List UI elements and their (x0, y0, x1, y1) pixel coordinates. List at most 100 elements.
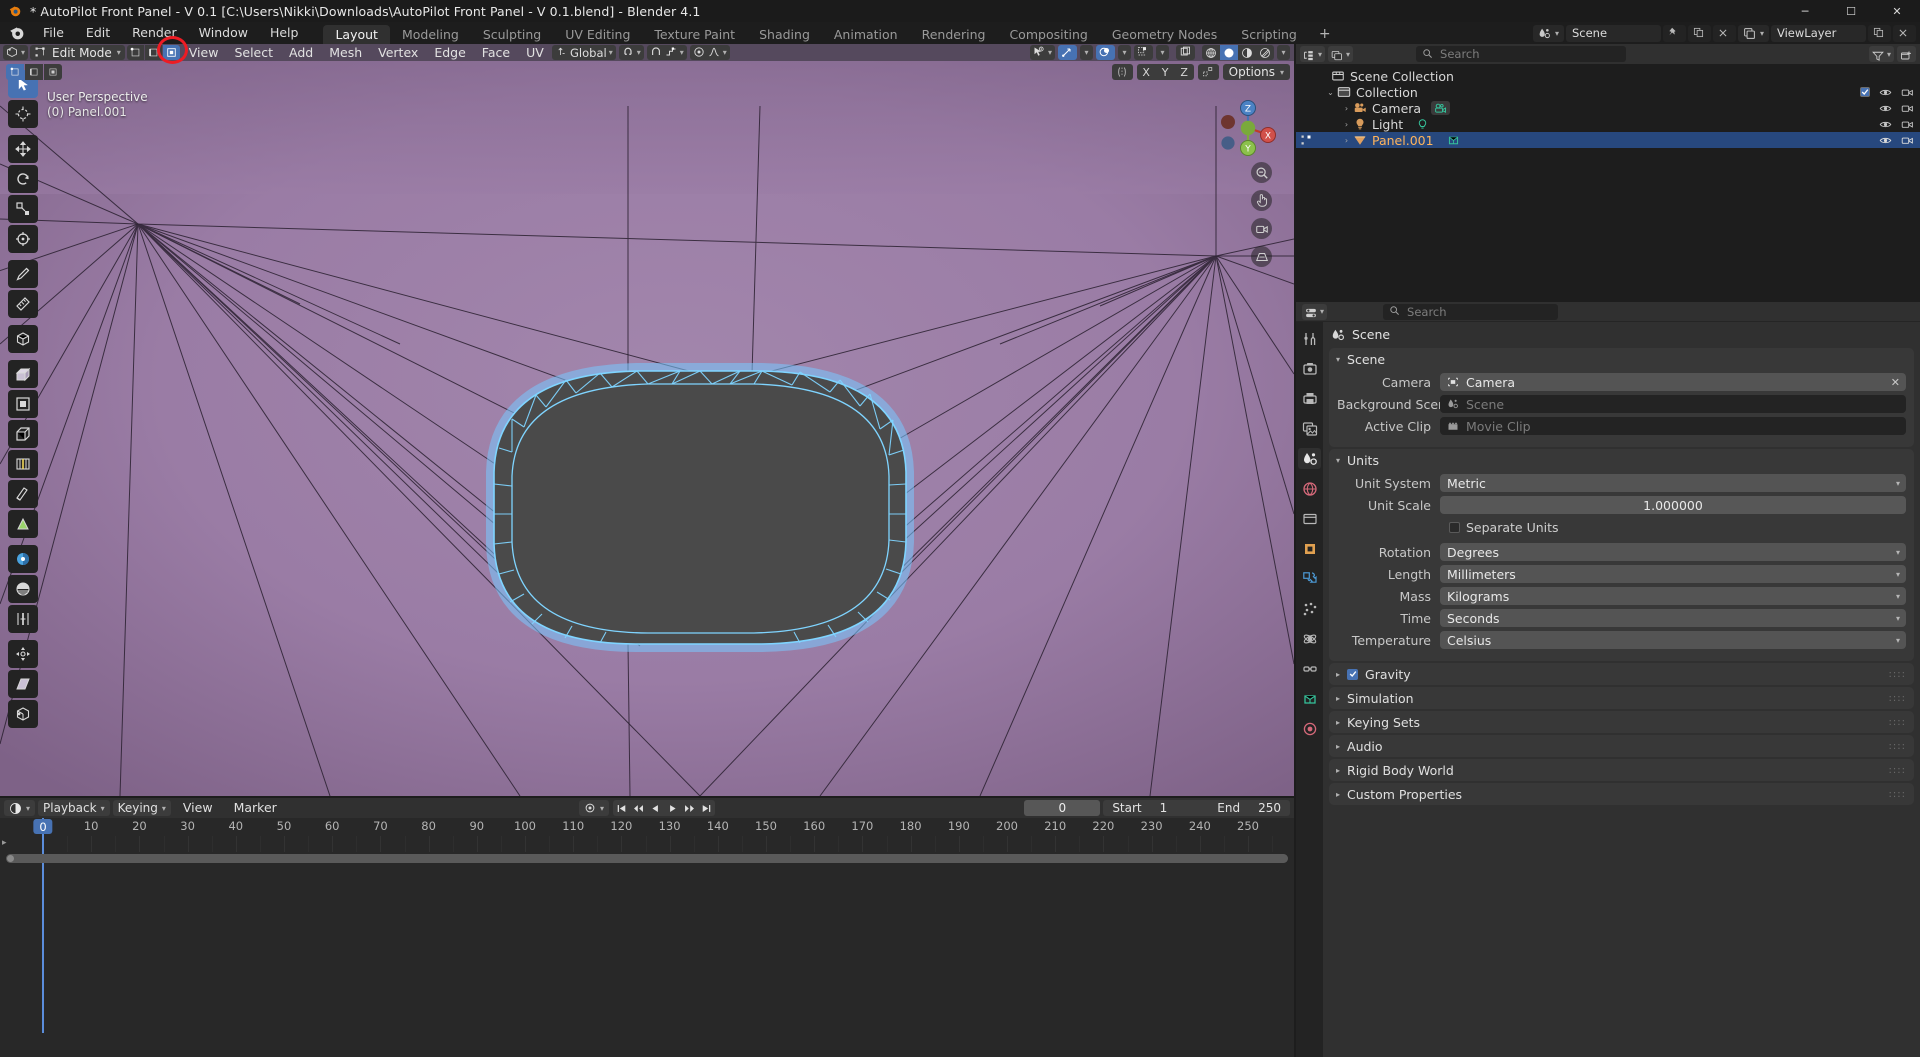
tab-render[interactable] (1298, 358, 1321, 379)
clear-camera-icon[interactable]: ✕ (1891, 376, 1900, 389)
time-dropdown[interactable]: Seconds ▾ (1440, 609, 1906, 627)
workspace-tab-sculpting[interactable]: Sculpting (471, 25, 553, 44)
timeline-menu-marker[interactable]: Marker (225, 798, 286, 818)
menu-help[interactable]: Help (259, 22, 310, 44)
tool-poly-build[interactable] (8, 510, 38, 538)
workspace-tab-compositing[interactable]: Compositing (997, 25, 1099, 44)
mesh-data-icon[interactable] (1444, 133, 1463, 147)
scene-name-field[interactable]: Scene (1565, 24, 1661, 42)
tool-shear[interactable] (8, 670, 38, 698)
next-keyframe-button[interactable] (681, 800, 698, 816)
tab-material[interactable] (1298, 718, 1321, 739)
3d-viewport[interactable]: ▾ Edit Mode ▾ View Select Add Mesh Verte… (0, 44, 1294, 796)
menu-file[interactable]: File (32, 22, 75, 44)
workspace-tab-texture-paint[interactable]: Texture Paint (642, 25, 747, 44)
xray-dropdown[interactable]: ▾ (1156, 45, 1169, 60)
tool-loop-cut[interactable] (8, 450, 38, 478)
timeline-editor[interactable]: ▾ Playback ▾ Keying ▾ View Marker ▾ 0 St… (0, 798, 1294, 1057)
expand-arrow-camera[interactable]: › (1340, 104, 1353, 113)
outliner-filter-button[interactable]: ▾ (1868, 46, 1894, 62)
tool-shrink-fatten[interactable] (8, 640, 38, 668)
outliner-row-camera[interactable]: › Camera (1296, 100, 1920, 116)
eye-icon[interactable] (1879, 86, 1892, 99)
gravity-checkbox[interactable] (1347, 668, 1359, 680)
camera-render-icon[interactable] (1901, 118, 1914, 131)
outliner-display-mode-button[interactable]: ▾ (1328, 46, 1354, 62)
background-scene-field[interactable]: Scene (1440, 395, 1906, 413)
timeline-menu-playback[interactable]: Playback ▾ (38, 800, 110, 816)
tool-cursor[interactable] (8, 100, 38, 128)
camera-data-icon[interactable] (1431, 101, 1451, 115)
current-frame-input[interactable]: 0 (1024, 800, 1101, 816)
workspace-tab-scripting[interactable]: Scripting (1229, 25, 1309, 44)
expand-arrow-light[interactable]: › (1340, 120, 1353, 129)
mirror-axis-y[interactable]: Y (1156, 64, 1175, 80)
menu-edit[interactable]: Edit (75, 22, 121, 44)
tab-constraints[interactable] (1298, 658, 1321, 679)
camera-field[interactable]: Camera ✕ (1440, 373, 1906, 391)
camera-icon[interactable] (1251, 218, 1272, 239)
active-clip-field[interactable]: Movie Clip (1440, 417, 1906, 435)
ortho-persp-icon[interactable] (1251, 246, 1272, 267)
overlay-select-mode-edge[interactable] (25, 64, 43, 80)
properties-search-input[interactable]: Search (1383, 303, 1559, 320)
shading-dropdown[interactable]: ▾ (1277, 45, 1290, 60)
tab-view-layer[interactable] (1298, 418, 1321, 439)
outliner-row-collection[interactable]: ⌄ Collection (1296, 84, 1920, 100)
toggle-xray-button[interactable] (1176, 45, 1195, 60)
length-dropdown[interactable]: Millimeters ▾ (1440, 565, 1906, 583)
zoom-icon[interactable] (1251, 162, 1272, 183)
panel-rigid-body-world-header[interactable]: ▸ Rigid Body World :::: (1329, 759, 1914, 781)
outliner-new-collection-button[interactable] (1897, 46, 1916, 62)
overlays-dropdown[interactable]: ▾ (1118, 45, 1131, 60)
shading-material-preview-button[interactable] (1238, 45, 1256, 60)
overlay-select-mode-face[interactable] (44, 64, 62, 80)
workspace-tab-animation[interactable]: Animation (822, 25, 910, 44)
frame-range-inputs[interactable]: Start 1 End 250 (1103, 800, 1290, 816)
viewlayer-browse-button[interactable]: ▾ (1737, 24, 1769, 42)
tool-extrude-region[interactable] (8, 360, 38, 388)
blender-menu-icon[interactable] (8, 24, 26, 42)
unit-system-dropdown[interactable]: Metric ▾ (1440, 474, 1906, 492)
mirror-axis-x[interactable]: X (1137, 64, 1156, 80)
workspace-tab-modeling[interactable]: Modeling (390, 25, 471, 44)
timeline-menu-keying[interactable]: Keying ▾ (112, 800, 171, 816)
topology-mirror-button[interactable] (1197, 64, 1219, 80)
tab-physics[interactable] (1298, 628, 1321, 649)
tool-rip-region[interactable] (8, 700, 38, 728)
workspace-tab-layout[interactable]: Layout (323, 25, 390, 44)
viewport-menu-vertex[interactable]: Vertex (371, 44, 425, 61)
outliner-row-scene-collection[interactable]: Scene Collection (1296, 68, 1920, 84)
new-scene-button[interactable] (1687, 24, 1711, 42)
tool-annotate[interactable] (8, 260, 38, 288)
eye-icon[interactable] (1879, 102, 1892, 115)
previous-keyframe-button[interactable] (630, 800, 647, 816)
tool-add-cube[interactable] (8, 325, 38, 353)
timeline-menu-view[interactable]: View (174, 798, 222, 818)
menu-render[interactable]: Render (121, 22, 188, 44)
scrollbar-knob[interactable] (6, 854, 1288, 863)
tool-edge-slide[interactable] (8, 605, 38, 633)
viewport-menu-select[interactable]: Select (227, 44, 280, 61)
timeline-horizontal-scrollbar[interactable] (6, 854, 1288, 863)
minimize-button[interactable]: ─ (1782, 0, 1828, 22)
camera-render-icon[interactable] (1901, 86, 1914, 99)
collection-enable-checkbox[interactable] (1860, 87, 1870, 97)
outliner-row-light[interactable]: › Light (1296, 116, 1920, 132)
tool-rotate[interactable] (8, 165, 38, 193)
select-mode-edge[interactable] (144, 45, 162, 60)
play-reverse-button[interactable] (647, 800, 664, 816)
viewport-menu-face[interactable]: Face (475, 44, 517, 61)
xray-toggle-button[interactable] (1134, 45, 1153, 60)
show-gizmo-button[interactable] (1058, 45, 1077, 60)
viewport-menu-view[interactable]: View (182, 44, 226, 61)
timeline-ruler[interactable]: 0 10 20 30 40 50 60 70 80 90 100 110 120 130 140 150 160… (0, 818, 1294, 836)
panel-keying-sets-header[interactable]: ▸ Keying Sets :::: (1329, 711, 1914, 733)
workspace-tab-uv-editing[interactable]: UV Editing (553, 25, 642, 44)
tool-move[interactable] (8, 135, 38, 163)
visibility-selectability-button[interactable]: ▾ (1029, 45, 1055, 60)
temperature-dropdown[interactable]: Celsius ▾ (1440, 631, 1906, 649)
tab-output[interactable] (1298, 388, 1321, 409)
unit-scale-input[interactable]: 1.000000 (1440, 496, 1906, 514)
workspace-tab-rendering[interactable]: Rendering (910, 25, 998, 44)
